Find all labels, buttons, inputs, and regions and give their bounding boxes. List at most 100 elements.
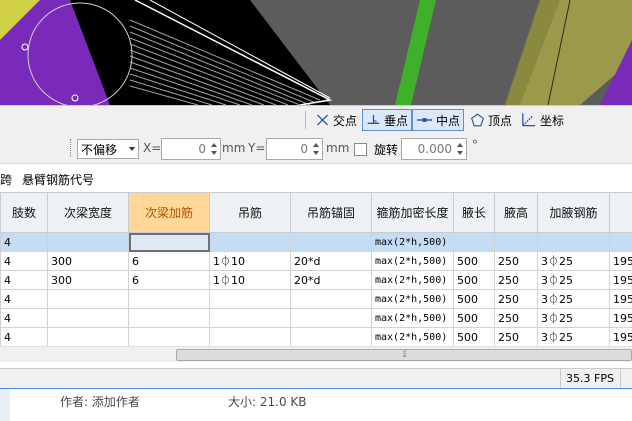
table-cell[interactable]: 20*d: [290, 270, 372, 290]
snap-coordinate-button[interactable]: 坐标: [516, 109, 568, 131]
table-cell[interactable]: [128, 232, 210, 252]
table-cell[interactable]: 3⏀25: [537, 251, 610, 271]
column-header[interactable]: 腋长: [453, 192, 495, 233]
table-cell[interactable]: max(2*h,500): [371, 327, 454, 346]
table-cell[interactable]: max(2*h,500): [371, 270, 454, 290]
table-cell[interactable]: 500: [453, 327, 495, 346]
table-cell[interactable]: max(2*h,500): [371, 308, 454, 328]
table-cell[interactable]: max(2*h,500): [371, 232, 454, 252]
table-cell[interactable]: 500: [453, 308, 495, 328]
table-cell[interactable]: [609, 232, 632, 252]
table-cell[interactable]: [128, 327, 210, 346]
tab-cantilever-rebar-code[interactable]: 悬臂钢筋代号: [22, 171, 94, 188]
table-row[interactable]: 4 max(2*h,500) 500 250 3⏀25 195: [0, 289, 632, 309]
snap-midpoint-button[interactable]: 中点: [412, 109, 464, 131]
table-cell[interactable]: max(2*h,500): [371, 289, 454, 309]
table-cell[interactable]: 3⏀25: [537, 270, 610, 290]
table-cell[interactable]: 3⏀25: [537, 289, 610, 309]
spin-down-icon[interactable]: [211, 151, 217, 155]
table-cell[interactable]: [290, 232, 372, 252]
table-cell[interactable]: 6: [128, 251, 210, 271]
table-cell[interactable]: [290, 327, 372, 346]
column-header[interactable]: 加腋钢筋: [537, 192, 610, 233]
table-row[interactable]: 4 300 6 1⏀10 20*d max(2*h,500) 500 250 3⏀25 195: [0, 251, 632, 271]
table-cell[interactable]: 250: [494, 327, 538, 346]
snap-intersection-button[interactable]: 交点: [311, 109, 361, 131]
table-cell[interactable]: 300: [47, 270, 129, 290]
column-header[interactable]: 箍筋加密长度: [371, 192, 454, 233]
table-cell[interactable]: [209, 232, 291, 252]
spin-up-icon[interactable]: [457, 143, 463, 147]
table-cell[interactable]: 250: [494, 251, 538, 271]
table-cell[interactable]: 4: [0, 251, 48, 271]
snap-vertex-button[interactable]: 顶点: [466, 109, 516, 131]
chevron-down-icon: [129, 147, 135, 151]
toolbar-grip[interactable]: [70, 139, 73, 157]
table-cell[interactable]: [47, 327, 129, 346]
table-cell[interactable]: 195: [609, 308, 632, 328]
snap-perpendicular-button[interactable]: 垂点: [362, 109, 412, 131]
table-row[interactable]: 4 max(2*h,500) 500 250 3⏀25 195: [0, 327, 632, 346]
column-header[interactable]: 吊筋锚固: [290, 192, 372, 233]
table-cell[interactable]: 500: [453, 251, 495, 271]
y-offset-input[interactable]: 0: [266, 138, 323, 160]
table-cell[interactable]: 500: [453, 270, 495, 290]
table-cell[interactable]: [537, 232, 610, 252]
table-cell[interactable]: 195: [609, 251, 632, 271]
spin-down-icon[interactable]: [457, 151, 463, 155]
table-cell[interactable]: 195: [609, 270, 632, 290]
table-cell[interactable]: 250: [494, 308, 538, 328]
scrollbar-thumb[interactable]: ⦙⦙⦙: [176, 349, 632, 361]
table-row[interactable]: 4 300 6 1⏀10 20*d max(2*h,500) 500 250 3⏀25 195: [0, 270, 632, 290]
table-cell[interactable]: 300: [47, 251, 129, 271]
table-cell[interactable]: 195: [609, 289, 632, 309]
table-cell[interactable]: max(2*h,500): [371, 251, 454, 271]
column-header[interactable]: 1: [609, 192, 632, 233]
table-cell[interactable]: 1⏀10: [209, 251, 291, 271]
spin-up-icon[interactable]: [211, 143, 217, 147]
3d-viewport[interactable]: [0, 0, 632, 105]
table-row[interactable]: 4 max(2*h,500): [0, 232, 632, 252]
table-cell[interactable]: 3⏀25: [537, 327, 610, 346]
table-cell[interactable]: 4: [0, 232, 48, 252]
table-cell[interactable]: 4: [0, 289, 48, 309]
table-cell[interactable]: [47, 289, 129, 309]
table-cell[interactable]: [453, 232, 495, 252]
table-cell[interactable]: 20*d: [290, 251, 372, 271]
table-row[interactable]: 4 max(2*h,500) 500 250 3⏀25 195: [0, 308, 632, 328]
rotate-checkbox[interactable]: [354, 143, 367, 156]
table-cell[interactable]: [47, 232, 129, 252]
table-cell[interactable]: [209, 308, 291, 328]
table-cell[interactable]: 1⏀10: [209, 270, 291, 290]
table-cell[interactable]: 6: [128, 270, 210, 290]
column-header[interactable]: 腋高: [494, 192, 538, 233]
spin-up-icon[interactable]: [313, 143, 319, 147]
table-cell[interactable]: 4: [0, 270, 48, 290]
table-cell[interactable]: [47, 308, 129, 328]
column-header[interactable]: 次梁宽度: [47, 192, 129, 233]
offset-mode-select[interactable]: 不偏移: [77, 139, 139, 159]
spin-down-icon[interactable]: [313, 151, 319, 155]
table-cell[interactable]: [290, 308, 372, 328]
tab-span[interactable]: 跨: [0, 171, 12, 188]
table-cell[interactable]: 250: [494, 289, 538, 309]
table-cell[interactable]: 4: [0, 308, 48, 328]
table-cell[interactable]: 500: [453, 289, 495, 309]
horizontal-scrollbar[interactable]: ⦙⦙⦙: [0, 346, 632, 362]
table-cell[interactable]: [128, 308, 210, 328]
status-divider: [560, 369, 561, 389]
table-cell[interactable]: 4: [0, 327, 48, 346]
table-cell[interactable]: [290, 289, 372, 309]
table-cell[interactable]: 250: [494, 270, 538, 290]
table-cell[interactable]: [209, 327, 291, 346]
x-offset-input[interactable]: 0: [161, 138, 221, 160]
column-header[interactable]: 次梁加筋: [128, 192, 210, 233]
column-header[interactable]: 肢数: [0, 192, 48, 233]
table-cell[interactable]: [494, 232, 538, 252]
table-cell[interactable]: 195: [609, 327, 632, 346]
table-cell[interactable]: 3⏀25: [537, 308, 610, 328]
table-cell[interactable]: [128, 289, 210, 309]
column-header[interactable]: 吊筋: [209, 192, 291, 233]
rotate-angle-input[interactable]: 0.000: [401, 138, 467, 160]
table-cell[interactable]: [209, 289, 291, 309]
